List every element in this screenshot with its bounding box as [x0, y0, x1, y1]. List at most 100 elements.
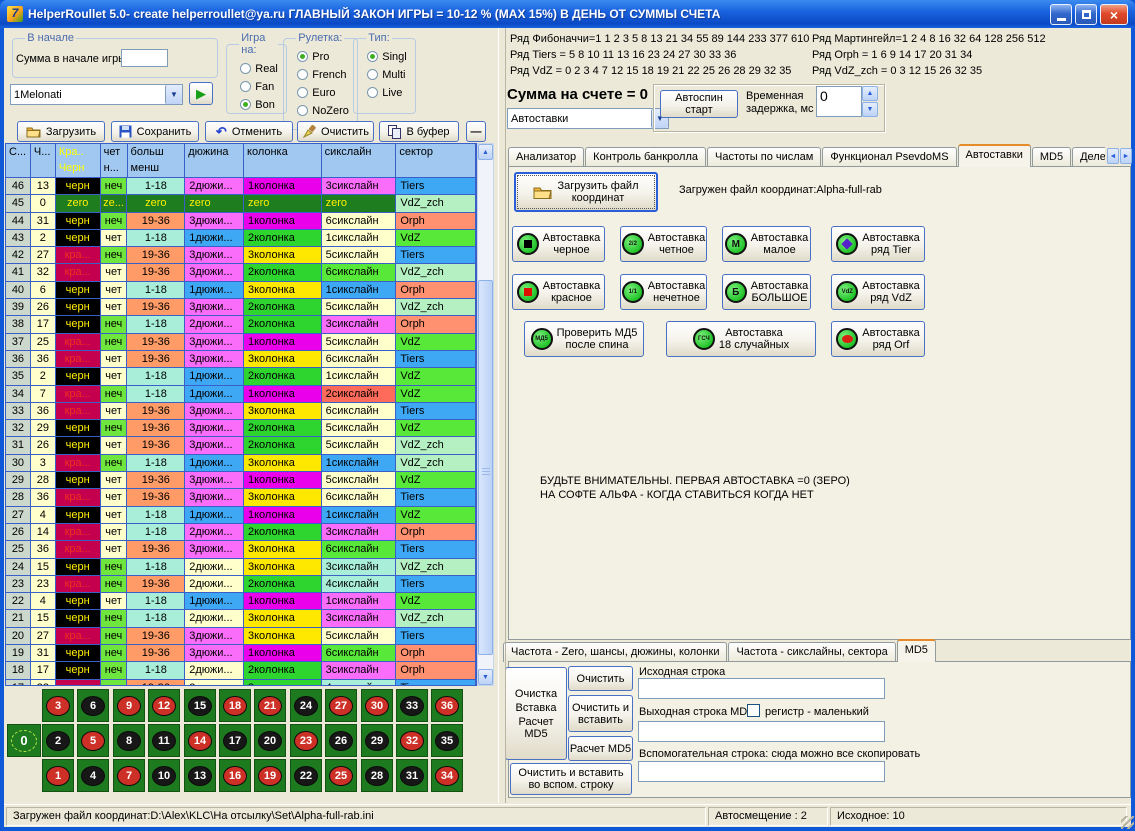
- radio-option-bon[interactable]: Bon: [240, 99, 278, 111]
- tab-scroll-left-icon[interactable]: ◄: [1107, 148, 1119, 164]
- play-button[interactable]: ▶: [189, 82, 213, 105]
- board-cell-5[interactable]: 5: [77, 724, 109, 757]
- radio-option-real[interactable]: Real: [240, 63, 278, 75]
- table-row[interactable]: 3817черннеч1-182дюжи...2колонка3сикслайн…: [6, 316, 476, 333]
- autobet-button-small[interactable]: МАвтоставкамалое: [722, 226, 811, 262]
- board-cell-11[interactable]: 11: [148, 724, 180, 757]
- board-cell-7[interactable]: 7: [113, 759, 145, 792]
- board-cell-28[interactable]: 28: [361, 759, 393, 792]
- autobet-button-even[interactable]: 2/2Автоставкачетное: [620, 226, 707, 262]
- radio-icon[interactable]: [240, 63, 251, 74]
- radio-option-french[interactable]: French: [297, 69, 349, 81]
- clear-paste-aux-button[interactable]: Очистить и вставитьво вспом. строку: [510, 763, 632, 795]
- autobet-button-md5[interactable]: МД5Проверить МД5после спина: [524, 321, 644, 357]
- table-row[interactable]: 2115черннеч1-182дюжи...3колонка3сикслайн…: [6, 610, 476, 627]
- table-row[interactable]: 432чернчет1-181дюжи...2колонка1сикслайнV…: [6, 230, 476, 247]
- board-cell-21[interactable]: 21: [254, 689, 286, 722]
- table-row[interactable]: 224чернчет1-181дюжи...1колонка1сикслайнV…: [6, 593, 476, 610]
- board-cell-13[interactable]: 13: [184, 759, 216, 792]
- load-button[interactable]: Загрузить: [17, 121, 105, 142]
- autobet-button-random[interactable]: ГСЧАвтоставка18 случайных: [666, 321, 816, 357]
- table-row[interactable]: 3229черннеч19-363дюжи...2колонка5сикслай…: [6, 420, 476, 437]
- autobet-button-tier[interactable]: Автоставкаряд Tier: [831, 226, 925, 262]
- table-row[interactable]: 4431черннеч19-363дюжи...1колонка6сикслай…: [6, 213, 476, 230]
- board-cell-12[interactable]: 12: [148, 689, 180, 722]
- radio-option-multi[interactable]: Multi: [367, 69, 406, 81]
- chevron-down-icon[interactable]: ▼: [165, 85, 182, 104]
- board-cell-27[interactable]: 27: [325, 689, 357, 722]
- delay-spin-up[interactable]: ▲: [862, 86, 878, 101]
- board-cell-2[interactable]: 2: [42, 724, 74, 757]
- table-row[interactable]: 2415черннеч1-182дюжи...3колонка3сикслайн…: [6, 559, 476, 576]
- table-row[interactable]: 2928чернчет19-363дюжи...1колонка5сикслай…: [6, 472, 476, 489]
- board-cell-26[interactable]: 26: [325, 724, 357, 757]
- radio-option-live[interactable]: Live: [367, 87, 406, 99]
- radio-icon[interactable]: [297, 51, 308, 62]
- save-button[interactable]: Сохранить: [111, 121, 199, 142]
- tab-md5[interactable]: MD5: [1032, 147, 1071, 167]
- profile-combo[interactable]: 1Melonati ▼: [10, 84, 183, 105]
- table-row[interactable]: 3725кра...неч19-363дюжи...1колонка5сиксл…: [6, 334, 476, 351]
- board-cell-33[interactable]: 33: [396, 689, 428, 722]
- scroll-up-icon[interactable]: ▲: [478, 144, 493, 160]
- md5-clear-paste-button[interactable]: Очистить ивставить: [568, 695, 633, 732]
- board-cell-9[interactable]: 9: [113, 689, 145, 722]
- table-row[interactable]: 406чернчет1-181дюжи...3колонка1сикслайнO…: [6, 282, 476, 299]
- board-cell-25[interactable]: 25: [325, 759, 357, 792]
- table-row[interactable]: 4613черннеч1-182дюжи...1колонка3сикслайн…: [6, 178, 476, 195]
- output-string-input[interactable]: [638, 721, 885, 742]
- panel-splitter[interactable]: [498, 28, 506, 803]
- autobet-button-vdz[interactable]: VdZАвтоставкаряд VdZ: [831, 274, 925, 310]
- tab-анализатор[interactable]: Анализатор: [508, 147, 584, 167]
- board-cell-36[interactable]: 36: [431, 689, 463, 722]
- table-row[interactable]: 347кра...неч1-181дюжи...1колонка2сикслай…: [6, 386, 476, 403]
- resize-grip[interactable]: [1121, 816, 1134, 829]
- table-row[interactable]: 303кра...неч1-181дюжи...3колонка1сикслай…: [6, 455, 476, 472]
- start-sum-input[interactable]: [121, 49, 168, 67]
- board-cell-15[interactable]: 15: [184, 689, 216, 722]
- md5-calc-button[interactable]: Расчет MD5: [568, 736, 633, 761]
- lowercase-checkbox[interactable]: [747, 704, 760, 717]
- md5-clear-button[interactable]: Очистить: [568, 666, 633, 691]
- table-row[interactable]: 3126чернчет19-363дюжи...2колонка5сикслай…: [6, 437, 476, 454]
- table-row[interactable]: 1733кра...неч19-363дюжи...3колонка4сиксл…: [6, 680, 476, 686]
- table-row[interactable]: 450zeroze...zerozerozerozeroVdZ_zch: [6, 195, 476, 212]
- board-cell-18[interactable]: 18: [219, 689, 251, 722]
- clear-paste-calc-button[interactable]: Очистка Вставка Расчет MD5: [505, 667, 567, 760]
- radio-option-singl[interactable]: Singl: [367, 51, 406, 63]
- tab-контроль-банкролла[interactable]: Контроль банкролла: [585, 147, 706, 167]
- board-cell-3[interactable]: 3: [42, 689, 74, 722]
- radio-icon[interactable]: [240, 81, 251, 92]
- autobet-button-black-square[interactable]: Автоставкачерное: [512, 226, 605, 262]
- table-row[interactable]: 3926чернчет19-363дюжи...2колонка5сикслай…: [6, 299, 476, 316]
- autobet-button-orf[interactable]: Автоставкаряд Orf: [831, 321, 925, 357]
- radio-icon[interactable]: [367, 51, 378, 62]
- radio-icon[interactable]: [297, 69, 308, 80]
- table-row[interactable]: 352чернчет1-181дюжи...2колонка1сикслайнV…: [6, 368, 476, 385]
- collapse-button[interactable]: —: [466, 121, 486, 142]
- minimize-button[interactable]: [1050, 4, 1072, 25]
- tab-автоставки[interactable]: Автоставки: [958, 144, 1031, 167]
- clear-button[interactable]: Очистить: [297, 121, 374, 142]
- radio-option-nozero[interactable]: NoZero: [297, 105, 349, 117]
- tab-функционал-psevdoms[interactable]: Функционал PsevdoMS: [822, 147, 956, 167]
- scrollbar-thumb[interactable]: [478, 280, 493, 655]
- source-string-input[interactable]: [638, 678, 885, 699]
- delay-value-field[interactable]: 0: [816, 86, 862, 117]
- board-cell-24[interactable]: 24: [290, 689, 322, 722]
- autobet-button-big[interactable]: БАвтоставкаБОЛЬШОЕ: [722, 274, 811, 310]
- autobet-button-odd[interactable]: 1/1Автоставканечетное: [620, 274, 707, 310]
- copy-buffer-button[interactable]: В буфер: [379, 121, 459, 142]
- board-cell-6[interactable]: 6: [77, 689, 109, 722]
- radio-option-fan[interactable]: Fan: [240, 81, 278, 93]
- board-cell-23[interactable]: 23: [290, 724, 322, 757]
- table-row[interactable]: 2614кра...чет1-182дюжи...2колонка3сиксла…: [6, 524, 476, 541]
- table-row[interactable]: 1931черннеч19-363дюжи...1колонка6сикслай…: [6, 645, 476, 662]
- table-row[interactable]: 4132кра...чет19-363дюжи...2колонка6сиксл…: [6, 264, 476, 281]
- radio-icon[interactable]: [367, 69, 378, 80]
- aux-string-input[interactable]: [638, 761, 885, 782]
- board-cell-0[interactable]: 0: [7, 724, 41, 757]
- tab-делени[interactable]: Делени: [1072, 147, 1105, 167]
- board-cell-8[interactable]: 8: [113, 724, 145, 757]
- radio-icon[interactable]: [297, 87, 308, 98]
